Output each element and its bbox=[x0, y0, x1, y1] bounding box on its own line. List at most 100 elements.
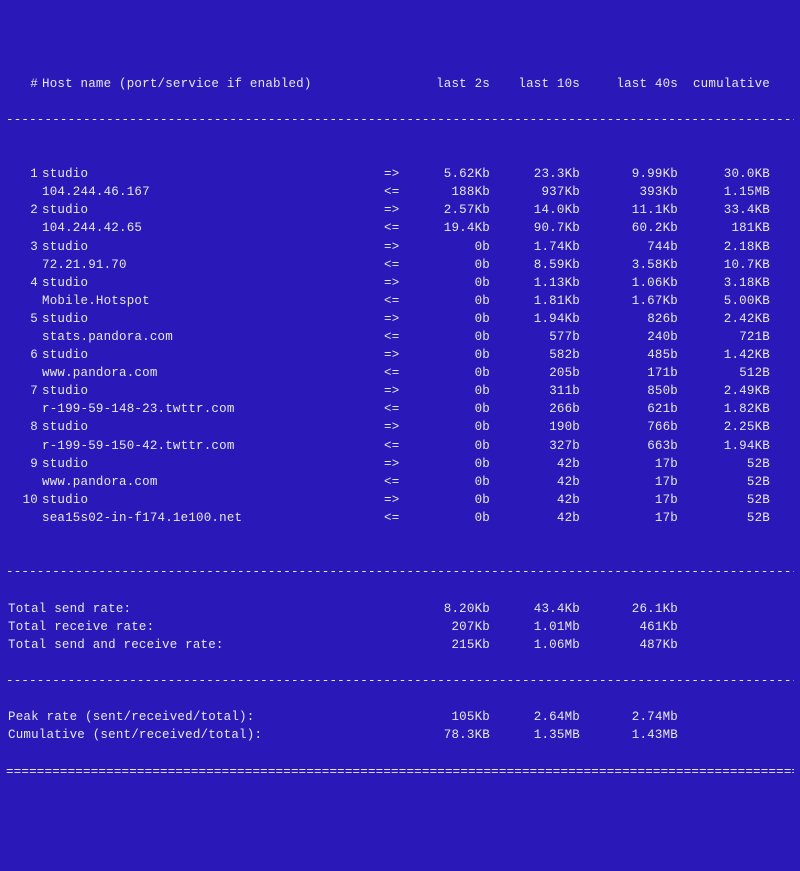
cumulative: 721B bbox=[678, 328, 770, 346]
local-host: studio bbox=[38, 238, 384, 256]
separator-dash: ----------------------------------------… bbox=[6, 672, 794, 690]
totals-row: Peak rate (sent/received/total):105Kb2.6… bbox=[6, 708, 794, 726]
row-index: 4 bbox=[6, 274, 38, 292]
cumulative: 2.42KB bbox=[678, 310, 770, 328]
arrow-out-icon: => bbox=[384, 382, 408, 400]
last2: 0b bbox=[408, 509, 490, 527]
total-v3: 487Kb bbox=[580, 636, 678, 654]
last10: 582b bbox=[490, 346, 580, 364]
table-row: 4studio=>0b1.13Kb1.06Kb3.18KB bbox=[6, 274, 794, 292]
cumulative: 52B bbox=[678, 509, 770, 527]
last40: 621b bbox=[580, 400, 678, 418]
last2: 0b bbox=[408, 455, 490, 473]
table-row: r-199-59-150-42.twttr.com<=0b327b663b1.9… bbox=[6, 437, 794, 455]
total-v1: 207Kb bbox=[408, 618, 490, 636]
table-row: 9studio=>0b42b17b52B bbox=[6, 455, 794, 473]
arrow-in-icon: <= bbox=[384, 473, 408, 491]
last2: 0b bbox=[408, 437, 490, 455]
row-index-blank bbox=[6, 183, 38, 201]
arrow-out-icon: => bbox=[384, 238, 408, 256]
last10: 42b bbox=[490, 509, 580, 527]
separator-dash: ----------------------------------------… bbox=[6, 111, 794, 129]
table-row: 5studio=>0b1.94Kb826b2.42KB bbox=[6, 310, 794, 328]
last40: 393Kb bbox=[580, 183, 678, 201]
last2: 0b bbox=[408, 292, 490, 310]
last10: 42b bbox=[490, 473, 580, 491]
last10: 311b bbox=[490, 382, 580, 400]
total-label: Total send rate: bbox=[6, 600, 408, 618]
total-v2: 1.01Mb bbox=[490, 618, 580, 636]
arrow-in-icon: <= bbox=[384, 509, 408, 527]
last40: 17b bbox=[580, 509, 678, 527]
last2: 0b bbox=[408, 400, 490, 418]
last2: 19.4Kb bbox=[408, 219, 490, 237]
table-row: 7studio=>0b311b850b2.49KB bbox=[6, 382, 794, 400]
remote-host: www.pandora.com bbox=[38, 473, 384, 491]
row-index-blank bbox=[6, 328, 38, 346]
remote-host: 104.244.42.65 bbox=[38, 219, 384, 237]
table-row: 1studio=>5.62Kb23.3Kb9.99Kb30.0KB bbox=[6, 165, 794, 183]
table-row: r-199-59-148-23.twttr.com<=0b266b621b1.8… bbox=[6, 400, 794, 418]
local-host: studio bbox=[38, 274, 384, 292]
last10: 1.94Kb bbox=[490, 310, 580, 328]
local-host: studio bbox=[38, 165, 384, 183]
remote-host: r-199-59-150-42.twttr.com bbox=[38, 437, 384, 455]
row-index-blank bbox=[6, 256, 38, 274]
arrow-in-icon: <= bbox=[384, 364, 408, 382]
cumulative: 52B bbox=[678, 491, 770, 509]
row-index-blank bbox=[6, 437, 38, 455]
total-v4 bbox=[678, 726, 770, 744]
total-v3: 1.43MB bbox=[580, 726, 678, 744]
row-index: 7 bbox=[6, 382, 38, 400]
last40: 17b bbox=[580, 455, 678, 473]
last40: 240b bbox=[580, 328, 678, 346]
row-index: 5 bbox=[6, 310, 38, 328]
arrow-out-icon: => bbox=[384, 165, 408, 183]
remote-host: www.pandora.com bbox=[38, 364, 384, 382]
last40: 11.1Kb bbox=[580, 201, 678, 219]
cumulative: 33.4KB bbox=[678, 201, 770, 219]
last10: 42b bbox=[490, 455, 580, 473]
last40: 3.58Kb bbox=[580, 256, 678, 274]
arrow-in-icon: <= bbox=[384, 437, 408, 455]
last40: 60.2Kb bbox=[580, 219, 678, 237]
table-row: 104.244.42.65<=19.4Kb90.7Kb60.2Kb181KB bbox=[6, 219, 794, 237]
cumulative: 1.15MB bbox=[678, 183, 770, 201]
arrow-out-icon: => bbox=[384, 418, 408, 436]
row-index: 10 bbox=[6, 491, 38, 509]
local-host: studio bbox=[38, 310, 384, 328]
total-v3: 2.74Mb bbox=[580, 708, 678, 726]
total-v2: 1.35MB bbox=[490, 726, 580, 744]
cumulative: 1.42KB bbox=[678, 346, 770, 364]
arrow-in-icon: <= bbox=[384, 328, 408, 346]
header-cumulative: cumulative bbox=[678, 75, 770, 93]
total-label: Total send and receive rate: bbox=[6, 636, 408, 654]
last40: 1.06Kb bbox=[580, 274, 678, 292]
local-host: studio bbox=[38, 418, 384, 436]
total-label: Cumulative (sent/received/total): bbox=[6, 726, 408, 744]
table-row: 3studio=>0b1.74Kb744b2.18KB bbox=[6, 238, 794, 256]
cumulative: 2.25KB bbox=[678, 418, 770, 436]
cumulative: 52B bbox=[678, 473, 770, 491]
row-index: 3 bbox=[6, 238, 38, 256]
cumulative: 10.7KB bbox=[678, 256, 770, 274]
stats-section: Peak rate (sent/received/total):105Kb2.6… bbox=[6, 708, 794, 744]
last10: 1.13Kb bbox=[490, 274, 580, 292]
total-label: Total receive rate: bbox=[6, 618, 408, 636]
table-row: 2studio=>2.57Kb14.0Kb11.1Kb33.4KB bbox=[6, 201, 794, 219]
header-last2: last 2s bbox=[408, 75, 490, 93]
cumulative: 1.94KB bbox=[678, 437, 770, 455]
row-index: 6 bbox=[6, 346, 38, 364]
header-last40: last 40s bbox=[580, 75, 678, 93]
arrow-in-icon: <= bbox=[384, 400, 408, 418]
cumulative: 1.82KB bbox=[678, 400, 770, 418]
remote-host: 104.244.46.167 bbox=[38, 183, 384, 201]
last2: 0b bbox=[408, 238, 490, 256]
last10: 937Kb bbox=[490, 183, 580, 201]
total-v1: 215Kb bbox=[408, 636, 490, 654]
last2: 0b bbox=[408, 491, 490, 509]
table-row: Mobile.Hotspot<=0b1.81Kb1.67Kb5.00KB bbox=[6, 292, 794, 310]
table-row: www.pandora.com<=0b205b171b512B bbox=[6, 364, 794, 382]
cumulative: 2.18KB bbox=[678, 238, 770, 256]
row-index-blank bbox=[6, 292, 38, 310]
